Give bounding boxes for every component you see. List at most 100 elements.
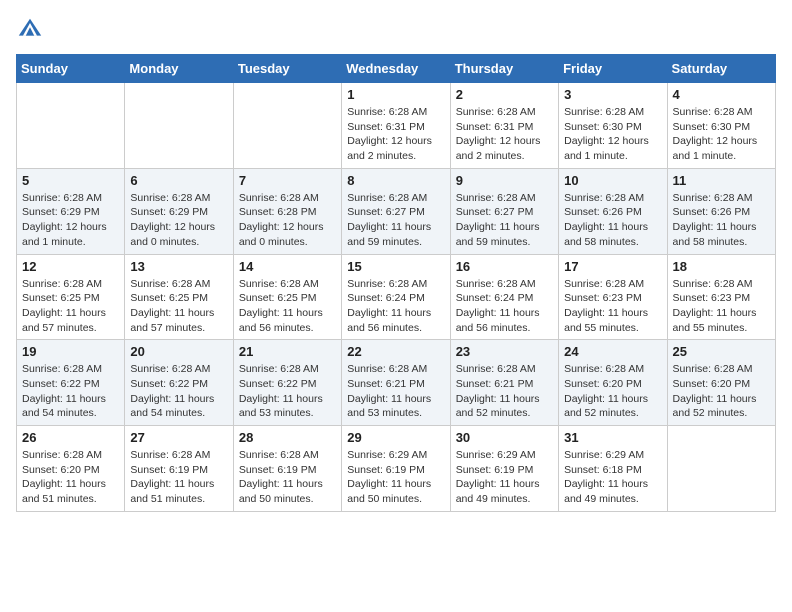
day-info: Sunrise: 6:29 AM Sunset: 6:19 PM Dayligh… xyxy=(456,448,553,507)
calendar-cell: 30 Sunrise: 6:29 AM Sunset: 6:19 PM Dayli… xyxy=(450,426,558,512)
calendar-cell: 28 Sunrise: 6:28 AM Sunset: 6:19 PM Dayli… xyxy=(233,426,341,512)
calendar-cell: 2 Sunrise: 6:28 AM Sunset: 6:31 PM Daylig… xyxy=(450,83,558,169)
day-info: Sunrise: 6:28 AM Sunset: 6:25 PM Dayligh… xyxy=(130,277,227,336)
calendar-cell: 24 Sunrise: 6:28 AM Sunset: 6:20 PM Dayli… xyxy=(559,340,667,426)
day-number: 14 xyxy=(239,259,336,274)
weekday-header-row: SundayMondayTuesdayWednesdayThursdayFrid… xyxy=(17,55,776,83)
day-info: Sunrise: 6:28 AM Sunset: 6:22 PM Dayligh… xyxy=(239,362,336,421)
calendar-cell: 26Sunrise: 6:28 AM Sunset: 6:20 PM Dayli… xyxy=(17,426,125,512)
day-info: Sunrise: 6:28 AM Sunset: 6:19 PM Dayligh… xyxy=(239,448,336,507)
calendar-cell: 18 Sunrise: 6:28 AM Sunset: 6:23 PM Dayli… xyxy=(667,254,775,340)
calendar-cell: 25 Sunrise: 6:28 AM Sunset: 6:20 PM Dayli… xyxy=(667,340,775,426)
day-number: 24 xyxy=(564,344,661,359)
day-number: 27 xyxy=(130,430,227,445)
day-number: 31 xyxy=(564,430,661,445)
day-info: Sunrise: 6:28 AM Sunset: 6:30 PM Dayligh… xyxy=(564,105,661,164)
calendar-cell: 12 Sunrise: 6:28 AM Sunset: 6:25 PM Dayli… xyxy=(17,254,125,340)
day-info: Sunrise: 6:28 AM Sunset: 6:23 PM Dayligh… xyxy=(564,277,661,336)
day-number: 8 xyxy=(347,173,444,188)
weekday-header-monday: Monday xyxy=(125,55,233,83)
calendar-cell: 17 Sunrise: 6:28 AM Sunset: 6:23 PM Dayli… xyxy=(559,254,667,340)
day-number: 15 xyxy=(347,259,444,274)
calendar-cell: 21 Sunrise: 6:28 AM Sunset: 6:22 PM Dayli… xyxy=(233,340,341,426)
weekday-header-tuesday: Tuesday xyxy=(233,55,341,83)
day-info: Sunrise: 6:28 AM Sunset: 6:31 PM Dayligh… xyxy=(347,105,444,164)
day-info: Sunrise: 6:28 AM Sunset: 6:24 PM Dayligh… xyxy=(456,277,553,336)
day-number: 19 xyxy=(22,344,119,359)
calendar-cell: 19 Sunrise: 6:28 AM Sunset: 6:22 PM Dayli… xyxy=(17,340,125,426)
day-number: 2 xyxy=(456,87,553,102)
calendar-week-row: 26Sunrise: 6:28 AM Sunset: 6:20 PM Dayli… xyxy=(17,426,776,512)
day-info: Sunrise: 6:28 AM Sunset: 6:26 PM Dayligh… xyxy=(673,191,770,250)
day-number: 22 xyxy=(347,344,444,359)
day-number: 25 xyxy=(673,344,770,359)
day-info: Sunrise: 6:29 AM Sunset: 6:18 PM Dayligh… xyxy=(564,448,661,507)
calendar-cell: 8 Sunrise: 6:28 AM Sunset: 6:27 PM Daylig… xyxy=(342,168,450,254)
calendar-cell: 15 Sunrise: 6:28 AM Sunset: 6:24 PM Dayli… xyxy=(342,254,450,340)
weekday-header-friday: Friday xyxy=(559,55,667,83)
day-number: 4 xyxy=(673,87,770,102)
day-info: Sunrise: 6:28 AM Sunset: 6:30 PM Dayligh… xyxy=(673,105,770,164)
day-number: 13 xyxy=(130,259,227,274)
day-number: 30 xyxy=(456,430,553,445)
calendar-cell: 23 Sunrise: 6:28 AM Sunset: 6:21 PM Dayli… xyxy=(450,340,558,426)
calendar-cell xyxy=(17,83,125,169)
calendar-cell: 3 Sunrise: 6:28 AM Sunset: 6:30 PM Daylig… xyxy=(559,83,667,169)
day-info: Sunrise: 6:28 AM Sunset: 6:29 PM Dayligh… xyxy=(22,191,119,250)
day-info: Sunrise: 6:28 AM Sunset: 6:26 PM Dayligh… xyxy=(564,191,661,250)
day-info: Sunrise: 6:28 AM Sunset: 6:20 PM Dayligh… xyxy=(673,362,770,421)
calendar-cell: 29Sunrise: 6:29 AM Sunset: 6:19 PM Dayli… xyxy=(342,426,450,512)
day-number: 20 xyxy=(130,344,227,359)
day-info: Sunrise: 6:28 AM Sunset: 6:31 PM Dayligh… xyxy=(456,105,553,164)
weekday-header-saturday: Saturday xyxy=(667,55,775,83)
day-number: 6 xyxy=(130,173,227,188)
day-info: Sunrise: 6:28 AM Sunset: 6:24 PM Dayligh… xyxy=(347,277,444,336)
day-number: 17 xyxy=(564,259,661,274)
calendar-cell: 7 Sunrise: 6:28 AM Sunset: 6:28 PM Daylig… xyxy=(233,168,341,254)
day-number: 28 xyxy=(239,430,336,445)
calendar-cell: 13 Sunrise: 6:28 AM Sunset: 6:25 PM Dayli… xyxy=(125,254,233,340)
calendar-cell: 1Sunrise: 6:28 AM Sunset: 6:31 PM Daylig… xyxy=(342,83,450,169)
day-info: Sunrise: 6:28 AM Sunset: 6:22 PM Dayligh… xyxy=(130,362,227,421)
page-header xyxy=(16,16,776,44)
calendar-cell: 9 Sunrise: 6:28 AM Sunset: 6:27 PM Daylig… xyxy=(450,168,558,254)
weekday-header-thursday: Thursday xyxy=(450,55,558,83)
weekday-header-sunday: Sunday xyxy=(17,55,125,83)
day-info: Sunrise: 6:28 AM Sunset: 6:20 PM Dayligh… xyxy=(22,448,119,507)
calendar-cell xyxy=(233,83,341,169)
calendar-week-row: 19 Sunrise: 6:28 AM Sunset: 6:22 PM Dayli… xyxy=(17,340,776,426)
calendar-cell: 6Sunrise: 6:28 AM Sunset: 6:29 PM Daylig… xyxy=(125,168,233,254)
day-number: 16 xyxy=(456,259,553,274)
day-number: 21 xyxy=(239,344,336,359)
calendar-week-row: 1Sunrise: 6:28 AM Sunset: 6:31 PM Daylig… xyxy=(17,83,776,169)
day-info: Sunrise: 6:28 AM Sunset: 6:27 PM Dayligh… xyxy=(347,191,444,250)
day-info: Sunrise: 6:28 AM Sunset: 6:22 PM Dayligh… xyxy=(22,362,119,421)
day-number: 10 xyxy=(564,173,661,188)
day-number: 11 xyxy=(673,173,770,188)
calendar-cell: 16 Sunrise: 6:28 AM Sunset: 6:24 PM Dayli… xyxy=(450,254,558,340)
day-number: 23 xyxy=(456,344,553,359)
calendar-cell: 4 Sunrise: 6:28 AM Sunset: 6:30 PM Daylig… xyxy=(667,83,775,169)
calendar-cell: 5 Sunrise: 6:28 AM Sunset: 6:29 PM Daylig… xyxy=(17,168,125,254)
calendar-cell: 20 Sunrise: 6:28 AM Sunset: 6:22 PM Dayli… xyxy=(125,340,233,426)
weekday-header-wednesday: Wednesday xyxy=(342,55,450,83)
day-info: Sunrise: 6:28 AM Sunset: 6:25 PM Dayligh… xyxy=(22,277,119,336)
day-info: Sunrise: 6:28 AM Sunset: 6:21 PM Dayligh… xyxy=(456,362,553,421)
calendar-cell: 11 Sunrise: 6:28 AM Sunset: 6:26 PM Dayli… xyxy=(667,168,775,254)
logo xyxy=(16,16,48,44)
day-number: 18 xyxy=(673,259,770,274)
calendar-cell: 31 Sunrise: 6:29 AM Sunset: 6:18 PM Dayli… xyxy=(559,426,667,512)
day-info: Sunrise: 6:28 AM Sunset: 6:27 PM Dayligh… xyxy=(456,191,553,250)
calendar-table: SundayMondayTuesdayWednesdayThursdayFrid… xyxy=(16,54,776,512)
day-info: Sunrise: 6:28 AM Sunset: 6:20 PM Dayligh… xyxy=(564,362,661,421)
calendar-cell xyxy=(125,83,233,169)
day-number: 12 xyxy=(22,259,119,274)
day-number: 5 xyxy=(22,173,119,188)
day-info: Sunrise: 6:28 AM Sunset: 6:28 PM Dayligh… xyxy=(239,191,336,250)
day-info: Sunrise: 6:29 AM Sunset: 6:19 PM Dayligh… xyxy=(347,448,444,507)
day-info: Sunrise: 6:28 AM Sunset: 6:23 PM Dayligh… xyxy=(673,277,770,336)
day-info: Sunrise: 6:28 AM Sunset: 6:25 PM Dayligh… xyxy=(239,277,336,336)
day-number: 7 xyxy=(239,173,336,188)
day-number: 3 xyxy=(564,87,661,102)
day-number: 9 xyxy=(456,173,553,188)
